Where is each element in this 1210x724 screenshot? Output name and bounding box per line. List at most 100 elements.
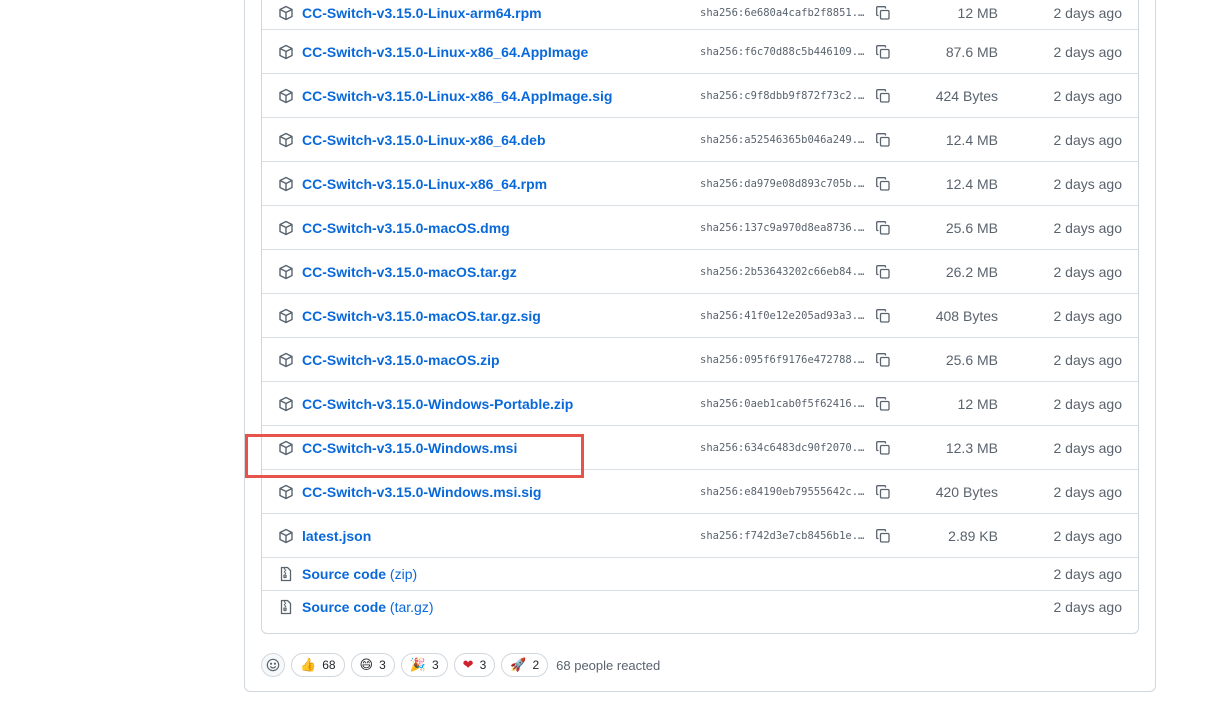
copy-icon (876, 484, 890, 499)
asset-date: 2 days ago (1053, 307, 1123, 324)
heart-icon: ❤ (462, 657, 474, 673)
asset-size: 87.6 MB (945, 43, 998, 60)
asset-sha: sha256:41f0e12e205ad93a3... (700, 309, 868, 322)
copy-sha-button[interactable] (872, 481, 894, 503)
source-code-zip-link[interactable]: Source code (zip) (302, 566, 417, 582)
copy-sha-button[interactable] (872, 349, 894, 371)
asset-date: 2 days ago (1053, 87, 1123, 104)
copy-sha-button[interactable] (872, 41, 894, 63)
copy-sha-button[interactable] (872, 525, 894, 547)
asset-row-highlighted: CC-Switch-v3.15.0-Windows.msi sha256:634… (262, 425, 1138, 469)
asset-row: CC-Switch-v3.15.0-Linux-x86_64.AppImage.… (262, 73, 1138, 117)
package-icon (278, 44, 294, 60)
reaction-heart-button[interactable]: ❤ 3 (453, 653, 496, 677)
asset-date: 2 days ago (1053, 43, 1123, 60)
asset-size: 420 Bytes (935, 483, 998, 500)
copy-sha-button[interactable] (872, 85, 894, 107)
asset-size: 12 MB (957, 395, 998, 412)
asset-date: 2 days ago (1053, 131, 1123, 148)
file-zip-icon (278, 599, 294, 615)
package-icon (278, 220, 294, 236)
package-icon (278, 396, 294, 412)
asset-link[interactable]: CC-Switch-v3.15.0-Linux-x86_64.AppImage (302, 44, 588, 60)
asset-link[interactable]: CC-Switch-v3.15.0-macOS.tar.gz.sig (302, 308, 541, 324)
source-code-label: Source code (302, 599, 387, 615)
asset-sha: sha256:2b53643202c66eb84... (700, 265, 868, 278)
reaction-hooray-button[interactable]: 🎉 3 (400, 653, 448, 677)
asset-sha: sha256:0aeb1cab0f5f62416... (700, 397, 868, 410)
copy-sha-button[interactable] (872, 437, 894, 459)
asset-date: 2 days ago (1053, 566, 1123, 582)
asset-sha: sha256:c9f8dbb9f872f73c2... (700, 89, 868, 102)
copy-sha-button[interactable] (872, 261, 894, 283)
assets-list: CC-Switch-v3.15.0-Linux-arm64.rpm sha256… (261, 0, 1139, 634)
asset-date: 2 days ago (1053, 351, 1123, 368)
asset-link[interactable]: CC-Switch-v3.15.0-macOS.dmg (302, 220, 510, 236)
copy-icon (876, 308, 890, 323)
asset-size: 12 MB (957, 5, 998, 21)
reaction-count: 3 (379, 658, 386, 672)
thumbs-up-icon: 👍 (300, 657, 317, 673)
asset-row: CC-Switch-v3.15.0-macOS.tar.gz sha256:2b… (262, 249, 1138, 293)
reactions-bar: 👍 68 😄 3 🎉 3 ❤ 3 🚀 2 68 people reacted (261, 651, 660, 679)
asset-link[interactable]: CC-Switch-v3.15.0-Windows.msi.sig (302, 484, 541, 500)
copy-sha-button[interactable] (872, 173, 894, 195)
asset-link[interactable]: CC-Switch-v3.15.0-Linux-x86_64.AppImage.… (302, 88, 612, 104)
asset-date: 2 days ago (1053, 527, 1123, 544)
asset-row: CC-Switch-v3.15.0-Windows-Portable.zip s… (262, 381, 1138, 425)
copy-sha-button[interactable] (872, 217, 894, 239)
copy-icon (876, 132, 890, 147)
asset-sha: sha256:095f6f9176e472788... (700, 353, 868, 366)
asset-link[interactable]: latest.json (302, 528, 371, 544)
asset-link[interactable]: CC-Switch-v3.15.0-macOS.tar.gz (302, 264, 517, 280)
asset-link[interactable]: CC-Switch-v3.15.0-Windows-Portable.zip (302, 396, 573, 412)
reaction-count: 3 (479, 658, 487, 672)
copy-sha-button[interactable] (872, 393, 894, 415)
package-icon (278, 352, 294, 368)
copy-sha-button[interactable] (872, 305, 894, 327)
reaction-laugh-button[interactable]: 😄 3 (350, 653, 395, 677)
asset-sha: sha256:f6c70d88c5b446109... (700, 45, 868, 58)
copy-sha-button[interactable] (872, 2, 894, 24)
asset-date: 2 days ago (1053, 219, 1123, 236)
source-code-targz-link[interactable]: Source code (tar.gz) (302, 599, 434, 615)
asset-row: CC-Switch-v3.15.0-macOS.dmg sha256:137c9… (262, 205, 1138, 249)
asset-link[interactable]: CC-Switch-v3.15.0-Linux-x86_64.deb (302, 132, 546, 148)
package-icon (278, 88, 294, 104)
source-code-row: Source code (tar.gz) 2 days ago (262, 590, 1138, 623)
asset-row: CC-Switch-v3.15.0-Windows.msi.sig sha256… (262, 469, 1138, 513)
copy-sha-button[interactable] (872, 129, 894, 151)
copy-icon (876, 396, 890, 411)
asset-link[interactable]: CC-Switch-v3.15.0-macOS.zip (302, 352, 500, 368)
add-reaction-button[interactable] (261, 653, 285, 677)
source-code-label: Source code (302, 566, 387, 582)
asset-size: 12.4 MB (945, 131, 998, 148)
asset-row: CC-Switch-v3.15.0-macOS.tar.gz.sig sha25… (262, 293, 1138, 337)
copy-icon (876, 88, 890, 103)
copy-icon (876, 220, 890, 235)
asset-row: CC-Switch-v3.15.0-Linux-x86_64.deb sha25… (262, 117, 1138, 161)
hooray-icon: 🎉 (409, 657, 426, 673)
asset-sha: sha256:da979e08d893c705b... (700, 177, 868, 190)
reaction-thumbs-up-button[interactable]: 👍 68 (291, 653, 345, 677)
package-icon (278, 5, 294, 21)
package-icon (278, 308, 294, 324)
asset-link[interactable]: CC-Switch-v3.15.0-Windows.msi (302, 440, 517, 456)
asset-date: 2 days ago (1053, 5, 1123, 21)
asset-size: 408 Bytes (935, 307, 998, 324)
reaction-rocket-button[interactable]: 🚀 2 (501, 653, 549, 677)
asset-size: 424 Bytes (935, 87, 998, 104)
package-icon (278, 264, 294, 280)
asset-sha: sha256:137c9a970d8ea8736... (700, 221, 868, 234)
asset-size: 2.89 KB (948, 527, 998, 544)
package-icon (278, 440, 294, 456)
asset-date: 2 days ago (1053, 395, 1123, 412)
source-code-row: Source code (zip) 2 days ago (262, 557, 1138, 590)
asset-link[interactable]: CC-Switch-v3.15.0-Linux-x86_64.rpm (302, 176, 547, 192)
asset-link[interactable]: CC-Switch-v3.15.0-Linux-arm64.rpm (302, 5, 542, 21)
asset-date: 2 days ago (1053, 175, 1123, 192)
asset-date: 2 days ago (1053, 439, 1123, 456)
asset-sha: sha256:a52546365b046a249... (700, 133, 868, 146)
reactions-summary: 68 people reacted (556, 657, 661, 673)
reaction-count: 3 (431, 658, 439, 672)
